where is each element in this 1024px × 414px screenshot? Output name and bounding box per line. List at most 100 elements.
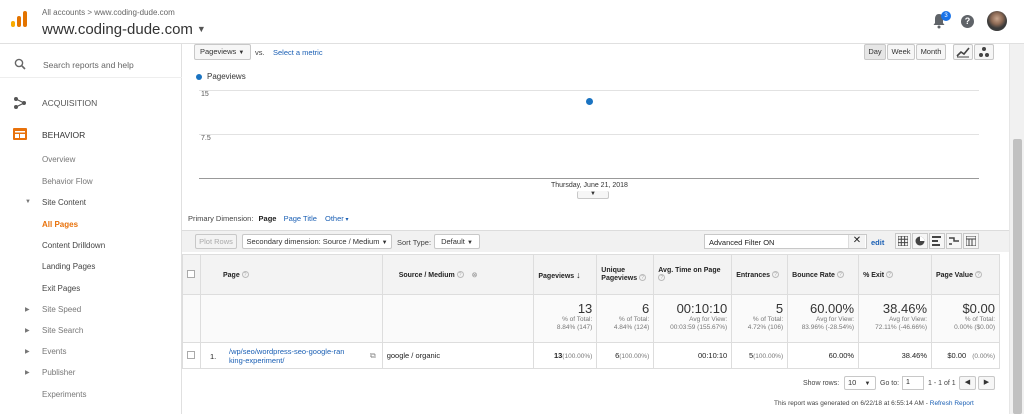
property-name: www.coding-dude.com	[42, 21, 193, 38]
row-index: 1.	[209, 352, 217, 361]
search-icon	[14, 58, 26, 70]
edit-filter-link[interactable]: edit	[871, 238, 884, 247]
sidebar-item-events[interactable]: Events	[42, 347, 66, 356]
week-button[interactable]: Week	[887, 44, 915, 60]
column-header-page-value[interactable]: Page Value ?	[931, 254, 1000, 295]
sidebar-item-site-speed[interactable]: Site Speed	[42, 305, 81, 314]
chart-collapse-icon[interactable]: ▼	[577, 191, 609, 199]
analytics-logo-icon[interactable]	[11, 11, 27, 27]
scrollbar[interactable]	[1009, 44, 1024, 414]
sidebar-item-site-search[interactable]: Site Search	[42, 326, 83, 335]
help-icon[interactable]: ?	[456, 270, 464, 278]
sidebar-item-exit-pages[interactable]: Exit Pages	[42, 284, 80, 293]
help-icon[interactable]: ?	[639, 274, 647, 281]
column-header-bounce-rate[interactable]: Bounce Rate ?	[787, 254, 860, 295]
help-icon[interactable]: ?	[961, 15, 974, 28]
x-axis-line	[199, 178, 979, 179]
clear-filter-icon[interactable]: ✕	[848, 235, 865, 248]
dimension-page[interactable]: Page	[259, 214, 277, 223]
sidebar-item-publisher[interactable]: Publisher	[42, 368, 75, 377]
property-selector[interactable]: www.coding-dude.com ▼	[42, 21, 206, 38]
scrollbar-thumb[interactable]	[1013, 139, 1022, 414]
legend-label: Pageviews	[207, 72, 246, 81]
help-icon[interactable]: ?	[886, 270, 894, 278]
metric-select[interactable]: Pageviews ▼	[194, 44, 251, 60]
sidebar-item-content-drilldown[interactable]: Content Drilldown	[42, 241, 105, 250]
open-external-icon[interactable]: ⧉	[370, 351, 376, 361]
column-header-avg-time[interactable]: Avg. Time on Page ?	[653, 254, 733, 295]
next-page-button[interactable]: ▶	[978, 376, 995, 390]
show-rows-select[interactable]: 10 ▼	[844, 376, 876, 390]
performance-view-button[interactable]	[929, 233, 945, 249]
sidebar-item-site-content[interactable]: Site Content	[42, 198, 86, 207]
sidebar-item-landing-pages[interactable]: Landing Pages	[42, 262, 95, 271]
row-page-link[interactable]: /wp/seo/wordpress-seo-google-ran king-exp…	[229, 347, 378, 365]
motion-chart-button[interactable]	[974, 44, 994, 60]
row-unique-pct: (100.00%)	[619, 352, 650, 360]
total-detail: 4.72% (106)	[747, 324, 784, 331]
select-all-header	[182, 254, 201, 295]
totals-empty-cell	[381, 294, 535, 343]
help-icon[interactable]: ?	[658, 274, 666, 281]
sort-type-select[interactable]: Default ▼	[434, 234, 480, 249]
select-all-checkbox[interactable]	[187, 269, 195, 278]
help-icon[interactable]: ?	[836, 270, 844, 278]
column-header-source-medium-label: Source / Medium	[398, 271, 455, 279]
row-checkbox[interactable]	[187, 350, 196, 359]
column-header-pageviews[interactable]: Pageviews ↓	[533, 254, 598, 295]
primary-dimension-label: Primary Dimension:	[188, 214, 254, 223]
primary-dimension-bar: Primary Dimension: Page Page Title Other…	[188, 214, 348, 223]
column-header-unique-pageviews[interactable]: Unique Pageviews ?	[596, 254, 655, 295]
pageviews-chart: 15 7.5 Thursday, June 21, 2018	[199, 90, 979, 192]
data-point[interactable]	[585, 98, 593, 106]
column-header-source-medium[interactable]: Source / Medium ? ⊗	[381, 254, 535, 295]
sidebar-item-all-pages[interactable]: All Pages	[42, 220, 78, 229]
sidebar-search[interactable]: Search reports and help	[0, 52, 182, 78]
sidebar-item-overview[interactable]: Overview	[42, 155, 75, 164]
report-main: Pageviews ▼ vs. Select a metric Day Week…	[182, 44, 1009, 414]
help-icon[interactable]: ?	[974, 270, 982, 278]
goto-label: Go to:	[880, 380, 900, 387]
totals-empty-cell	[182, 294, 201, 343]
top-header: All accounts > www.coding-dude.com www.c…	[0, 0, 1024, 44]
sidebar-item-experiments[interactable]: Experiments	[42, 390, 86, 399]
column-header-page-label: Page	[222, 271, 240, 279]
goto-input[interactable]: 1	[902, 376, 924, 390]
breadcrumb[interactable]: All accounts > www.coding-dude.com	[42, 8, 175, 17]
plot-rows-button[interactable]: Plot Rows	[195, 234, 237, 249]
day-button[interactable]: Day	[864, 44, 886, 60]
column-header-exit[interactable]: % Exit ?	[858, 254, 932, 295]
total-caption: % of Total:	[619, 316, 650, 323]
total-caption: % of Total:	[752, 316, 784, 323]
gridline	[199, 90, 979, 91]
pie-view-button[interactable]	[912, 233, 928, 249]
total-caption: Avg for View:	[689, 316, 728, 323]
advanced-filter-input[interactable]: Advanced Filter ON	[704, 234, 867, 249]
sidebar-item-behavior-flow[interactable]: Behavior Flow	[42, 177, 93, 186]
total-detail: 4.84% (124)	[613, 324, 650, 331]
sidebar-item-acquisition[interactable]: ACQUISITION	[0, 90, 182, 114]
column-header-page[interactable]: Page ?	[199, 254, 383, 295]
totals-row: 13% of Total: 8.84% (147) 6% of Total: 4.8…	[182, 294, 1000, 343]
remove-dimension-icon[interactable]: ⊗	[472, 272, 478, 279]
secondary-dimension-select[interactable]: Secondary dimension: Source / Medium ▼	[242, 234, 392, 249]
table-view-button[interactable]	[895, 233, 911, 249]
help-icon[interactable]: ?	[241, 270, 249, 278]
pivot-view-button[interactable]	[963, 233, 979, 249]
chevron-right-icon: ▶	[983, 379, 990, 386]
month-button[interactable]: Month	[916, 44, 946, 60]
row-exit-cell: 38.46%	[858, 342, 932, 369]
sidebar-item-behavior[interactable]: BEHAVIOR	[0, 122, 182, 146]
avatar[interactable]	[987, 11, 1007, 31]
select-metric-link[interactable]: Select a metric	[273, 48, 323, 57]
help-icon[interactable]: ?	[772, 270, 779, 278]
refresh-report-link[interactable]: Refresh Report	[930, 400, 974, 407]
dimension-page-title[interactable]: Page Title	[284, 214, 317, 223]
column-header-entrances[interactable]: Entrances ?	[731, 254, 789, 295]
total-exit: 38.46% Avg for View: 72.11% (-46.66%)	[858, 294, 932, 343]
dropdown-caret-icon: ▼	[466, 240, 473, 246]
previous-page-button[interactable]: ◀	[959, 376, 976, 390]
line-chart-button[interactable]	[953, 44, 973, 60]
dimension-other[interactable]: Other	[325, 214, 344, 223]
comparison-view-button[interactable]	[946, 233, 962, 249]
